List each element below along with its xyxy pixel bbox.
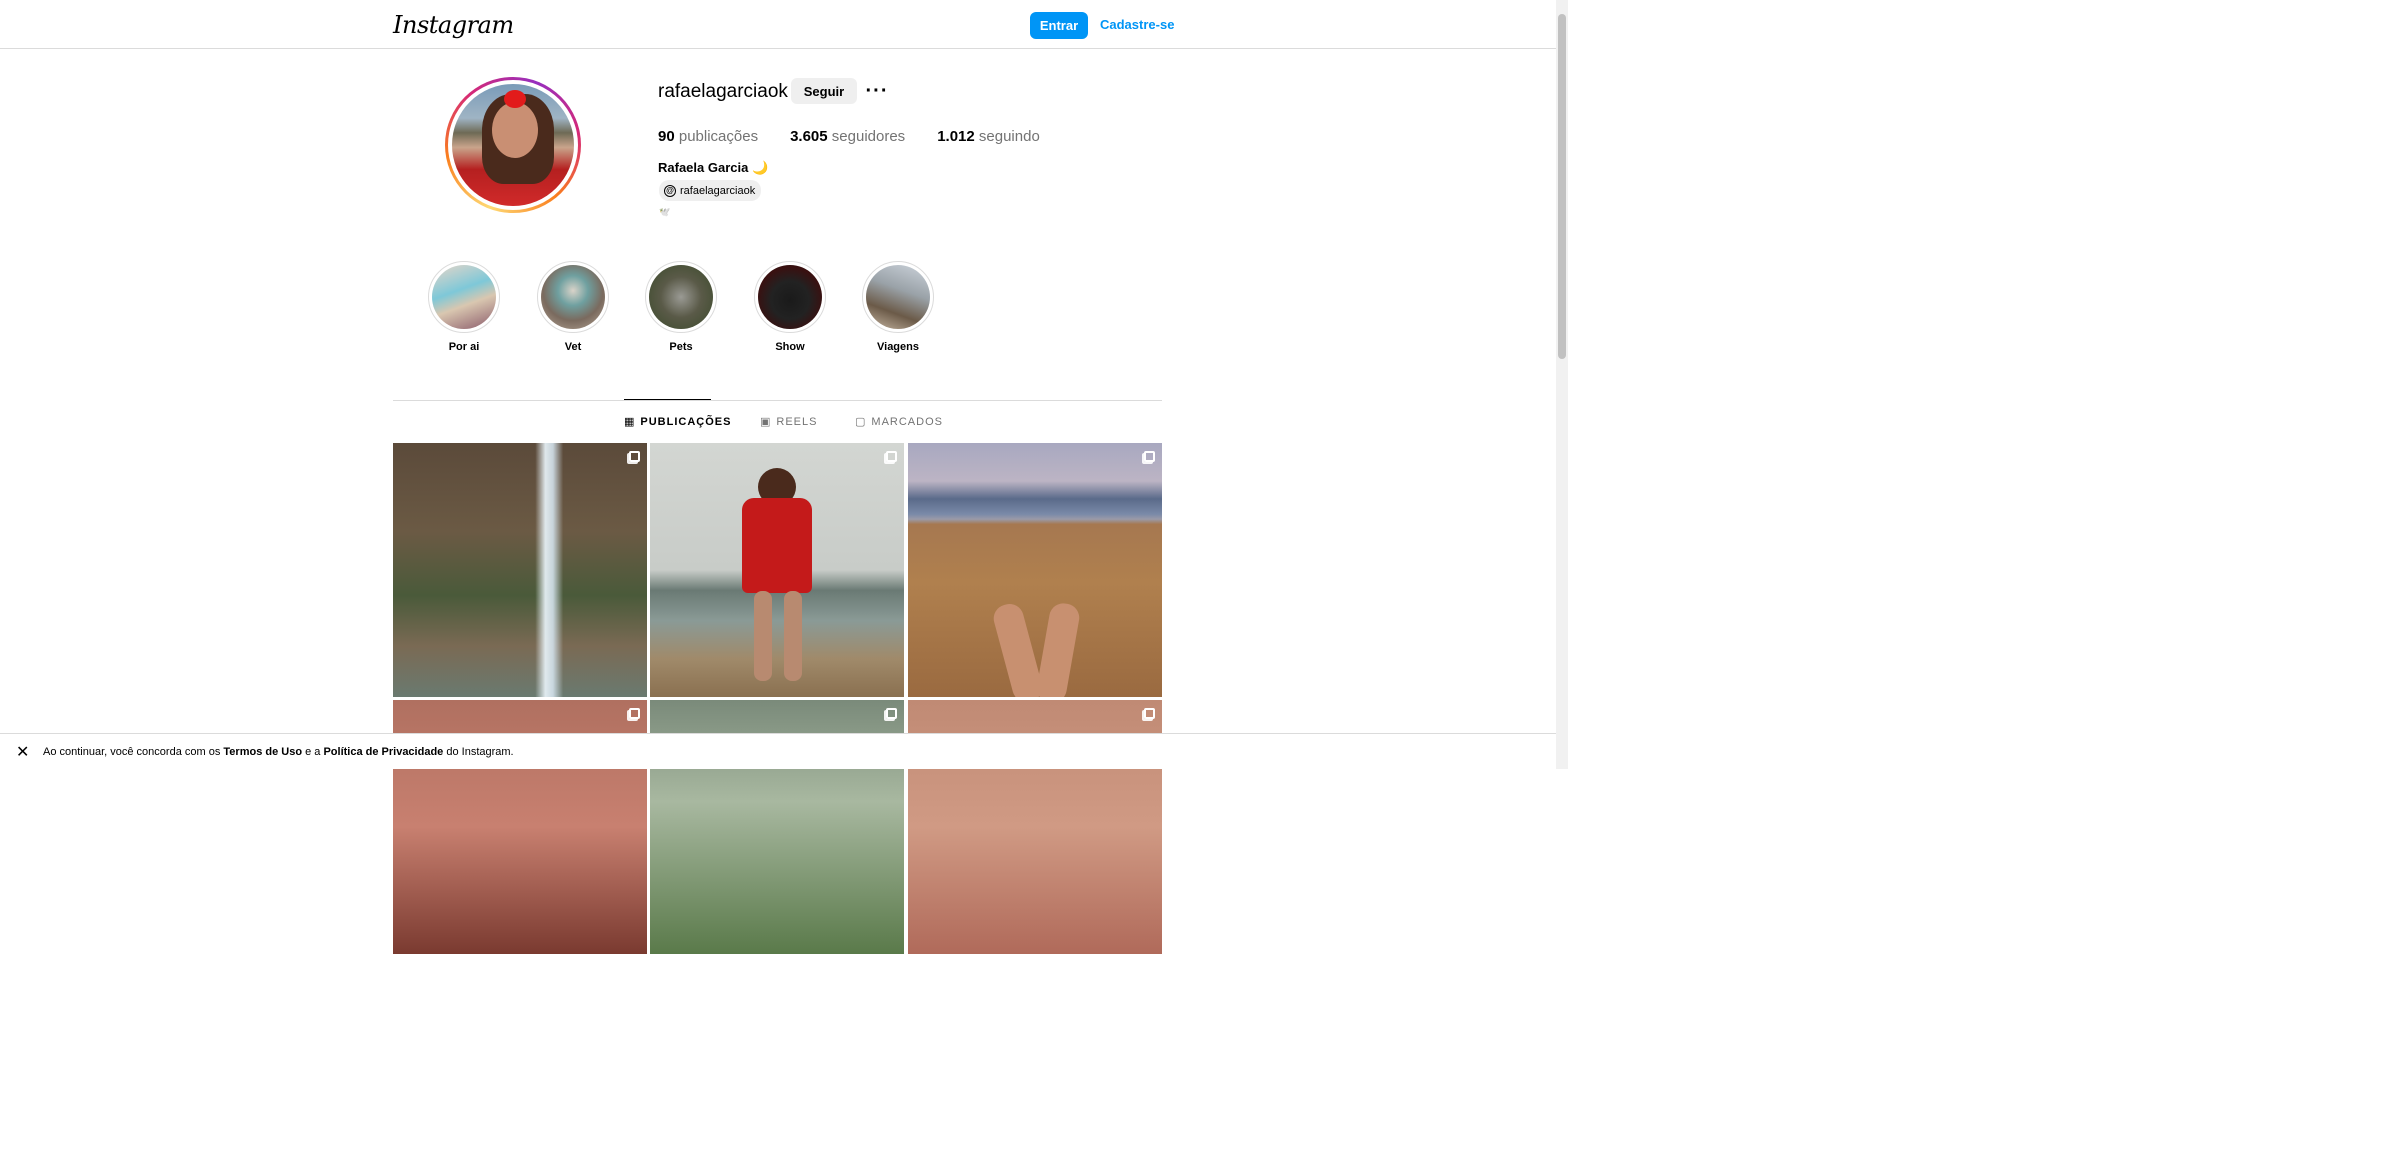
follow-button[interactable]: Seguir	[791, 78, 857, 104]
highlight-cover	[541, 265, 605, 329]
terms-middle: e a	[302, 746, 324, 758]
login-button[interactable]: Entrar	[1030, 12, 1088, 39]
tab-posts[interactable]: ▦ PUBLICAÇÕES	[624, 415, 732, 429]
highlight-label: Viagens	[877, 341, 919, 353]
highlight-cover	[649, 265, 713, 329]
following-stat[interactable]: 1.012 seguindo	[937, 128, 1040, 145]
leg-shape	[1034, 601, 1082, 697]
highlight-label: Show	[775, 341, 805, 353]
highlight-por-ai[interactable]: Por ai	[428, 261, 500, 353]
privacy-policy-link[interactable]: Política de Privacidade	[323, 746, 443, 758]
threads-handle: rafaelagarciaok	[680, 184, 756, 197]
highlight-vet[interactable]: Vet	[537, 261, 609, 353]
terms-suffix: do Instagram.	[443, 746, 514, 758]
avatar-frame	[448, 80, 578, 210]
carousel-icon	[886, 451, 897, 462]
followers-stat[interactable]: 3.605 seguidores	[790, 128, 905, 145]
highlight-cover	[758, 265, 822, 329]
highlight-cover	[432, 265, 496, 329]
carousel-icon	[1144, 708, 1155, 719]
highlight-cover	[866, 265, 930, 329]
profile-full-name: Rafaela Garcia 🌙	[658, 160, 769, 175]
active-tab-indicator	[624, 399, 711, 400]
highlight-label: Pets	[669, 341, 693, 353]
terms-banner: ✕ Ao continuar, você concorda com os Ter…	[0, 733, 1556, 769]
avatar-image	[452, 84, 574, 206]
terms-of-use-link[interactable]: Termos de Uso	[223, 746, 302, 758]
following-label: seguindo	[978, 128, 1040, 145]
top-navbar: Instagram Entrar Cadastre-se	[0, 0, 1556, 49]
tab-reels[interactable]: ▣ REELS	[760, 415, 818, 429]
threads-icon: @	[664, 184, 676, 197]
close-icon[interactable]: ✕	[16, 742, 29, 762]
tabs-divider	[393, 400, 1162, 401]
tab-tagged-label: MARCADOS	[871, 415, 943, 428]
highlight-ring	[754, 261, 826, 333]
highlight-ring	[537, 261, 609, 333]
figure-leg-shape	[754, 591, 772, 681]
profile-username: rafaelagarciaok	[658, 81, 788, 102]
tagged-icon: ▢	[855, 416, 867, 428]
reels-icon: ▣	[760, 416, 772, 428]
highlight-ring	[862, 261, 934, 333]
terms-prefix: Ao continuar, você concorda com os	[43, 746, 224, 758]
highlight-viagens[interactable]: Viagens	[862, 261, 934, 353]
bio-text: 🕊️	[659, 207, 671, 217]
posts-stat: 90 publicações	[658, 128, 758, 145]
signup-link[interactable]: Cadastre-se	[1100, 17, 1174, 32]
carousel-icon	[629, 451, 640, 462]
followers-count: 3.605	[790, 128, 828, 145]
more-options-icon[interactable]: ···	[866, 80, 888, 102]
avatar-flower-shape	[504, 90, 526, 108]
grid-icon: ▦	[624, 416, 636, 428]
tab-posts-label: PUBLICAÇÕES	[640, 415, 732, 428]
following-count: 1.012	[937, 128, 975, 145]
carousel-icon	[886, 708, 897, 719]
post-tile[interactable]	[393, 443, 647, 697]
highlight-show[interactable]: Show	[754, 261, 826, 353]
terms-text: Ao continuar, você concorda com os Termo…	[43, 746, 514, 758]
profile-stats: 90 publicações 3.605 seguidores 1.012 se…	[658, 128, 1072, 145]
highlight-label: Vet	[564, 341, 582, 353]
highlight-ring	[428, 261, 500, 333]
instagram-logo[interactable]: Instagram	[393, 11, 514, 39]
scrollbar-thumb[interactable]	[1558, 14, 1566, 359]
tab-tagged[interactable]: ▢ MARCADOS	[855, 415, 943, 429]
posts-label: publicações	[678, 128, 759, 145]
figure-body-shape	[742, 498, 812, 593]
highlight-pets[interactable]: Pets	[645, 261, 717, 353]
avatar-face-shape	[492, 102, 538, 158]
figure-leg-shape	[784, 591, 802, 681]
carousel-icon	[1144, 451, 1155, 462]
highlight-label: Por ai	[448, 341, 480, 353]
post-tile[interactable]	[908, 443, 1162, 697]
carousel-icon	[629, 708, 640, 719]
tab-reels-label: REELS	[776, 415, 818, 428]
highlight-ring	[645, 261, 717, 333]
threads-link[interactable]: @ rafaelagarciaok	[659, 180, 762, 201]
post-tile[interactable]	[650, 443, 904, 697]
posts-count: 90	[658, 128, 675, 145]
profile-avatar[interactable]	[445, 77, 581, 213]
followers-label: seguidores	[831, 128, 906, 145]
